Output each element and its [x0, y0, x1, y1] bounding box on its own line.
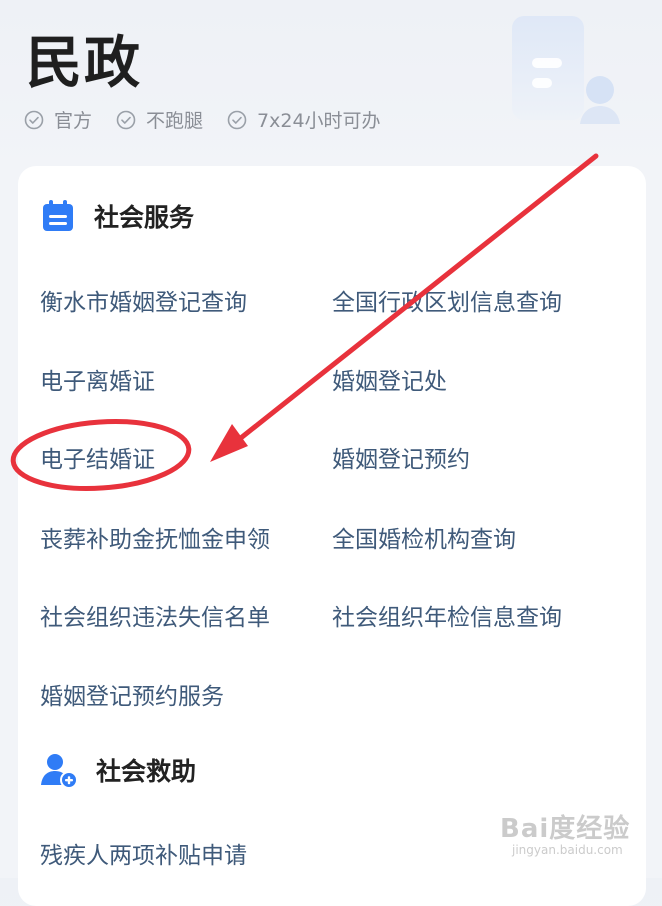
watermark-sub: jingyan.baidu.com — [512, 843, 623, 857]
document-user-illustration-icon — [512, 16, 620, 124]
service-link-premarital-check-query[interactable]: 全国婚检机构查询 — [332, 520, 516, 554]
watermark-main: Bai度经验 — [500, 814, 631, 844]
service-link-org-annual-inspection[interactable]: 社会组织年检信息查询 — [332, 598, 562, 632]
service-link-disability-subsidy[interactable]: 残疾人两项补贴申请 — [40, 836, 247, 870]
service-link-marriage-appointment-service[interactable]: 婚姻登记预约服务 — [40, 677, 224, 711]
service-link-marriage-appointment[interactable]: 婚姻登记预约 — [332, 440, 470, 474]
tag-no-errand: 不跑腿 — [116, 106, 203, 133]
service-link-marriage-registry[interactable]: 婚姻登记处 — [332, 362, 447, 396]
service-link-dishonest-org-list[interactable]: 社会组织违法失信名单 — [40, 598, 270, 632]
service-link-e-divorce-cert[interactable]: 电子离婚证 — [40, 362, 155, 396]
tag-label: 7x24小时可办 — [257, 110, 381, 132]
section-title: 社会救助 — [96, 757, 197, 786]
service-link-e-marriage-cert[interactable]: 电子结婚证 — [40, 440, 155, 474]
check-circle-icon — [116, 110, 136, 129]
tag-24-7: 7x24小时可办 — [227, 106, 381, 133]
section-social-services-header: 社会服务 — [40, 198, 194, 234]
page-title: 民政 — [26, 31, 142, 96]
calendar-icon — [43, 200, 73, 231]
service-link-admin-division-query[interactable]: 全国行政区划信息查询 — [332, 283, 562, 317]
section-title: 社会服务 — [94, 203, 195, 232]
check-circle-icon — [24, 110, 44, 129]
feature-tags: 官方 不跑腿 7x24小时可办 — [24, 106, 405, 133]
tag-label: 不跑腿 — [146, 110, 204, 132]
tag-label: 官方 — [54, 110, 93, 132]
service-link-funeral-subsidy[interactable]: 丧葬补助金抚恤金申领 — [40, 520, 270, 554]
services-card: 社会服务 衡水市婚姻登记查询 全国行政区划信息查询 电子离婚证 婚姻登记处 电子… — [18, 166, 646, 906]
user-plus-icon — [41, 754, 78, 789]
section-social-assistance-header: 社会救助 — [40, 751, 196, 789]
check-circle-icon — [227, 110, 247, 129]
service-link-hengshui-marriage-query[interactable]: 衡水市婚姻登记查询 — [40, 283, 247, 317]
baidu-jingyan-watermark: Bai度经验 jingyan.baidu.com — [500, 808, 650, 868]
tag-official: 官方 — [24, 106, 92, 133]
